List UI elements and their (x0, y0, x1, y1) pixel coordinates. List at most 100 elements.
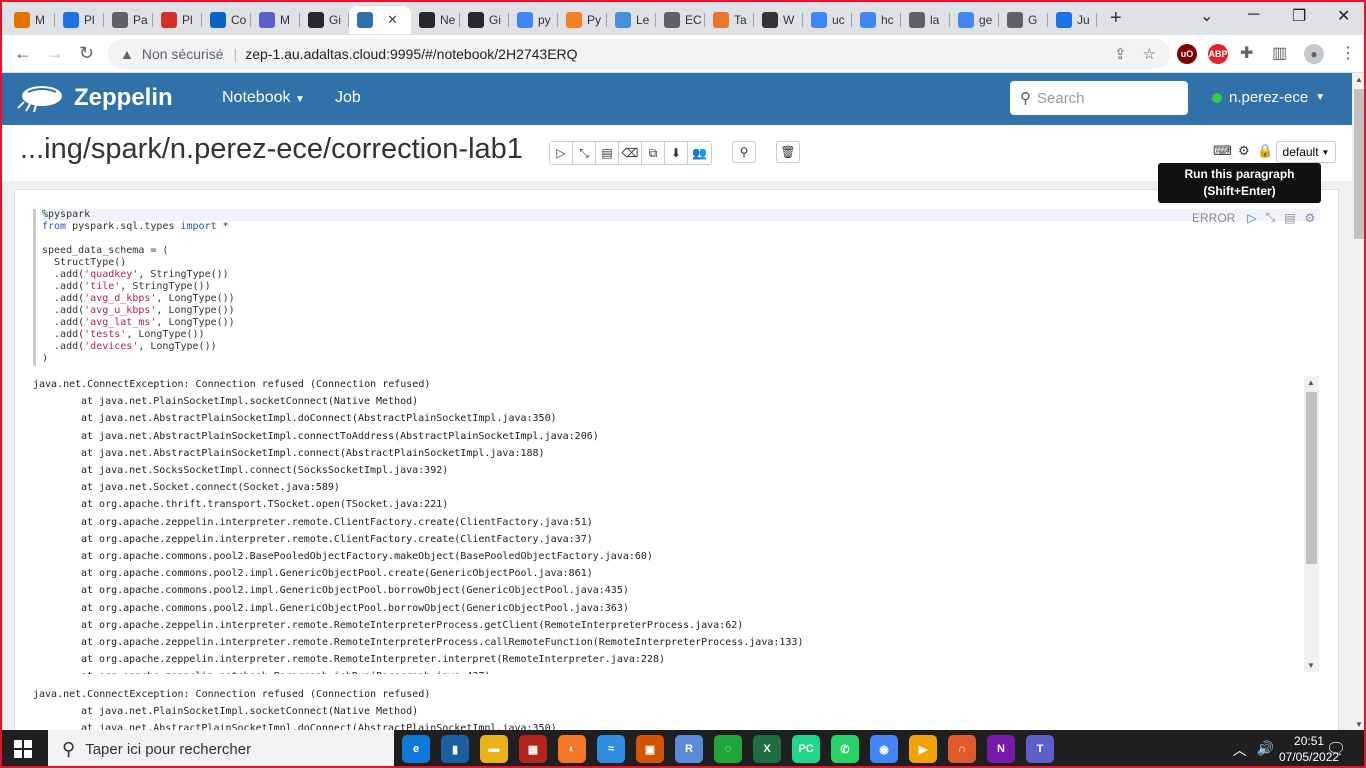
pycharm-icon[interactable]: PC (792, 735, 820, 763)
spinner-icon[interactable]: ◌ (714, 735, 742, 763)
forward-icon[interactable]: → (46, 43, 64, 64)
browser-tab[interactable]: Pl (55, 6, 104, 34)
output-scrollbar[interactable]: ▲ ▼ (1304, 376, 1319, 672)
run-paragraph-icon[interactable]: ▷ (1247, 211, 1256, 225)
reload-icon[interactable]: ↻ (79, 43, 94, 64)
tab-search-icon[interactable]: ⌄ (1200, 6, 1213, 26)
address-bar[interactable]: ▲ Non sécurisé | zep-1.au.adaltas.cloud:… (108, 39, 1170, 69)
browser-tab[interactable]: Le (607, 6, 656, 34)
minimize-icon[interactable]: ─ (1248, 6, 1259, 24)
code-editor[interactable]: %pyspark from pyspark.sql.types import * … (33, 209, 1320, 366)
ublock-icon[interactable]: uO (1177, 44, 1197, 64)
jupyter-icon[interactable]: ◐ (558, 735, 586, 763)
side-panel-icon[interactable]: ▥ (1272, 43, 1287, 63)
browser-tab[interactable]: Py (558, 6, 607, 34)
headset-icon[interactable]: ∩ (948, 735, 976, 763)
share-icon[interactable]: ⇪ (1114, 45, 1127, 63)
output-scroll-thumb[interactable] (1306, 392, 1317, 564)
browser-tab[interactable]: Co (202, 6, 251, 34)
output-line: at org.apache.zeppelin.interpreter.remot… (81, 533, 593, 545)
browser-tab[interactable]: M (6, 6, 55, 34)
security-icon[interactable]: ▮ (441, 735, 469, 763)
back-icon[interactable]: ← (14, 43, 32, 64)
calendar-app-icon[interactable]: ▦ (519, 735, 547, 763)
user-menu[interactable]: n.perez-ece ▼ (1212, 89, 1325, 106)
browser-tab[interactable]: G (999, 6, 1048, 34)
browser-tab[interactable]: uc (803, 6, 852, 34)
run-all-icon[interactable]: ▷ (550, 142, 573, 164)
page-scroll-thumb[interactable] (1354, 89, 1364, 239)
browser-menu-icon[interactable]: ⋮ (1340, 43, 1356, 63)
clear-output-icon[interactable]: ⌫ (619, 142, 642, 164)
interpreter-settings-gear-icon[interactable]: ⚙ (1238, 143, 1250, 159)
browser-tab[interactable]: ge (950, 6, 999, 34)
scroll-up-icon[interactable]: ▲ (1355, 75, 1363, 84)
browser-tab[interactable]: M (251, 6, 300, 34)
paragraph-status: ERROR (1192, 210, 1236, 225)
notebook-menu[interactable]: Notebook ▼ (222, 89, 305, 107)
browser-tab[interactable]: Ta (705, 6, 754, 34)
file-explorer-icon[interactable]: ▬ (480, 735, 508, 763)
browser-tab[interactable]: hc (852, 6, 901, 34)
note-title[interactable]: ...ing/spark/n.perez-ece/correction-lab1 (20, 133, 523, 166)
new-tab-button[interactable]: + (1110, 7, 1122, 30)
export-note-icon[interactable]: ⬇ (665, 142, 688, 164)
tab-label: W (783, 13, 795, 27)
scroll-down-icon[interactable]: ▼ (1355, 720, 1363, 729)
tray-chevron-icon[interactable]: ︿ (1233, 740, 1247, 760)
browser-tab[interactable]: ✕ (349, 6, 411, 34)
browser-tab[interactable]: la (901, 6, 950, 34)
notebook-search-input[interactable]: ⚲ Search (1010, 81, 1188, 115)
r-icon[interactable]: R (675, 735, 703, 763)
note-mode-dropdown[interactable]: default ▼ (1276, 141, 1336, 163)
output-line: at java.net.AbstractPlainSocketImpl.doCo… (81, 723, 557, 730)
bookmark-star-icon[interactable]: ☆ (1143, 45, 1156, 63)
browser-tab[interactable]: EC (656, 6, 705, 34)
browser-tab[interactable]: Ju (1048, 6, 1097, 34)
adblock-plus-icon[interactable]: ABP (1208, 44, 1228, 64)
edge-icon[interactable]: e (402, 735, 430, 763)
video-player-icon[interactable]: ▶ (909, 735, 937, 763)
volume-icon[interactable]: 🔊 (1257, 740, 1274, 760)
caret-down-icon: ▼ (1315, 92, 1326, 103)
whatsapp-icon[interactable]: ✆ (831, 735, 859, 763)
windows-start-icon[interactable] (14, 740, 32, 758)
notification-center-icon[interactable]: 🗨 (1326, 739, 1346, 759)
browser-tab[interactable]: W (754, 6, 803, 34)
hide-result-icon[interactable]: ▤ (1284, 211, 1295, 225)
browser-tab[interactable]: Pl (153, 6, 202, 34)
excel-icon[interactable]: X (753, 735, 781, 763)
browser-tab[interactable]: Ne (411, 6, 460, 34)
scroll-down-icon[interactable]: ▼ (1307, 661, 1315, 670)
hide-editor-icon[interactable]: ⤡ (1266, 210, 1276, 225)
taskbar-search-placeholder: Taper ici pour rechercher (85, 740, 252, 758)
chrome-icon[interactable]: ◉ (870, 735, 898, 763)
hide-code-icon[interactable]: ⤡ (573, 142, 596, 164)
job-menu[interactable]: Job (335, 89, 361, 107)
extensions-puzzle-icon[interactable]: ✚ (1240, 43, 1253, 63)
browser-tab[interactable]: py (509, 6, 558, 34)
close-window-icon[interactable]: ✕ (1337, 6, 1350, 26)
zeppelin-logo[interactable]: Zeppelin (16, 82, 173, 114)
weather-icon[interactable]: ≈ (597, 735, 625, 763)
restore-icon[interactable]: ❐ (1292, 6, 1306, 26)
hide-output-icon[interactable]: ▤ (596, 142, 619, 164)
browser-tab[interactable]: Pa (104, 6, 153, 34)
clone-note-icon[interactable]: ⧉ (642, 142, 665, 164)
slides-icon[interactable]: ▣ (636, 735, 664, 763)
paragraph-settings-gear-icon[interactable]: ⚙ (1305, 211, 1316, 225)
trash-icon[interactable]: 🗑 (776, 141, 800, 163)
browser-tab[interactable]: Gi (460, 6, 509, 34)
search-code-icon[interactable]: ⚲ (732, 141, 756, 163)
onenote-icon[interactable]: N (987, 735, 1015, 763)
keyboard-shortcut-icon[interactable]: ⌨ (1213, 143, 1232, 159)
lock-icon[interactable]: 🔒 (1257, 143, 1273, 159)
teams-icon[interactable]: T (1026, 735, 1054, 763)
collaborate-icon[interactable]: 👥 (688, 142, 711, 164)
profile-avatar-icon[interactable]: ● (1304, 44, 1324, 64)
browser-tab[interactable]: Gi (300, 6, 349, 34)
close-tab-icon[interactable]: ✕ (387, 12, 398, 28)
page-scrollbar[interactable]: ▲ ▼ (1352, 73, 1364, 731)
taskbar-search-input[interactable]: ⚲ Taper ici pour rechercher (48, 730, 394, 766)
scroll-up-icon[interactable]: ▲ (1307, 378, 1315, 387)
